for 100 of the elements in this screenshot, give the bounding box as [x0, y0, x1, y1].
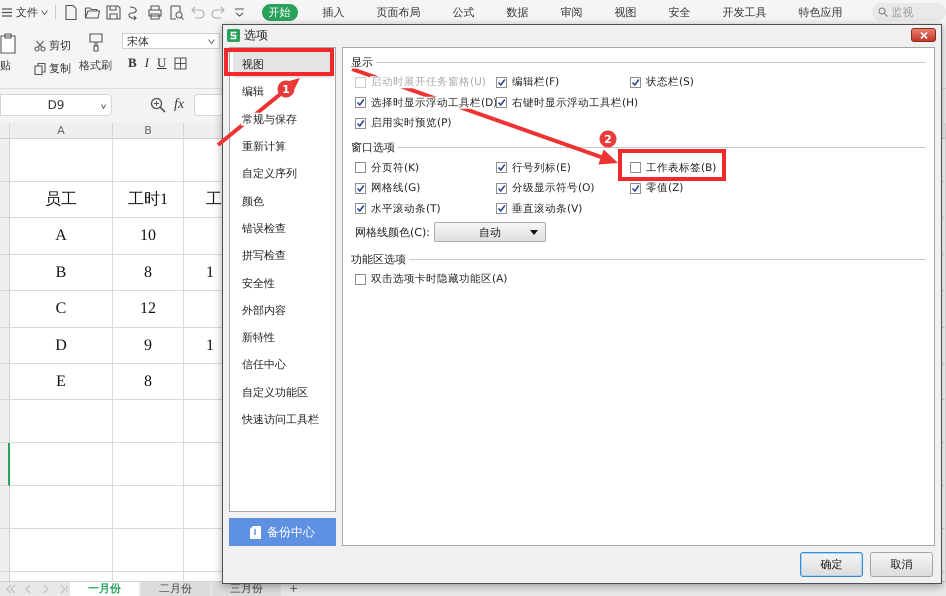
row-header[interactable]: [0, 443, 10, 486]
select-all-corner[interactable]: [0, 123, 10, 139]
checkbox[interactable]: 零值(Z): [630, 181, 684, 196]
checkbox[interactable]: 编辑栏(F): [496, 75, 560, 90]
checkmark-icon: [631, 78, 640, 87]
table-cell: 员工: [10, 182, 113, 218]
ribbon-tab[interactable]: 数据: [500, 4, 536, 20]
row-header[interactable]: [0, 529, 10, 572]
checkmark-icon: [356, 98, 365, 108]
table-cell: A: [10, 218, 113, 255]
nav-item[interactable]: 快速访问工具栏: [233, 406, 332, 434]
bold-button[interactable]: B: [128, 55, 137, 71]
caret-icon: [101, 104, 106, 109]
ribbon-tab[interactable]: 安全: [662, 4, 698, 20]
row-header[interactable]: [0, 400, 10, 443]
checkmark-icon: [631, 184, 640, 193]
caret-icon: [208, 38, 215, 44]
checkbox[interactable]: 垂直滚动条(V): [496, 202, 582, 216]
zoom-icon[interactable]: [150, 97, 166, 113]
table-cell: 9: [113, 328, 184, 364]
checkbox[interactable]: 工作表标签(B): [630, 160, 716, 175]
table-cell: 12: [113, 291, 184, 328]
ribbon-tab[interactable]: 页面布局: [370, 4, 428, 20]
checkbox[interactable]: 选择时显示浮动工具栏(D): [355, 96, 498, 110]
table-cell: C: [10, 291, 113, 328]
copy-button[interactable]: 复制: [34, 61, 71, 76]
ribbon-tab[interactable]: 公式: [446, 4, 482, 20]
ribbon-tab[interactable]: 审阅: [554, 4, 590, 20]
row-header[interactable]: [0, 328, 10, 364]
checkbox: 启动时展开任务窗格(U): [355, 75, 486, 90]
row-header[interactable]: [0, 218, 10, 255]
nav-item[interactable]: 常规与保存: [233, 106, 332, 133]
font-dropdown[interactable]: 宋体: [122, 33, 220, 49]
cut-button[interactable]: 剪切: [34, 38, 71, 53]
printer-icon[interactable]: [146, 4, 164, 20]
file-menu[interactable]: 文件: [16, 4, 48, 20]
column-header[interactable]: A: [10, 123, 113, 139]
row-header[interactable]: [0, 486, 10, 529]
checkbox[interactable]: 启用实时预览(P): [355, 116, 452, 130]
field-label: 网格线颜色(C):: [355, 224, 430, 240]
nav-item[interactable]: 重新计算: [233, 132, 332, 160]
step-badge: 2: [600, 130, 616, 148]
row-header[interactable]: [0, 182, 10, 218]
checkbox[interactable]: 右键时显示浮动工具栏(H): [496, 96, 638, 110]
checkmark-icon: [497, 184, 506, 193]
column-header[interactable]: B: [113, 123, 184, 139]
checkmark-icon: [497, 78, 506, 87]
checkmark-icon: [497, 98, 506, 108]
dialog-title: 选项: [244, 26, 268, 44]
underline-button[interactable]: U: [157, 55, 166, 71]
nav-item[interactable]: 新特性: [233, 324, 332, 352]
checkmark-icon: [356, 118, 365, 128]
checkmark-icon: [356, 184, 365, 193]
table-cell: 10: [113, 218, 184, 255]
scissors-icon: [34, 40, 46, 52]
close-button[interactable]: [911, 28, 936, 42]
cancel-button[interactable]: 取消: [870, 552, 933, 577]
sheet-tab[interactable]: 二月份: [141, 582, 210, 596]
last-sheet-icon[interactable]: [60, 584, 70, 594]
step-badge: 1: [278, 80, 294, 98]
table-cell: 8: [113, 255, 184, 291]
checkbox[interactable]: 状态栏(S): [630, 75, 694, 90]
ribbon-tab[interactable]: 视图: [608, 4, 644, 20]
table-cell: D: [10, 328, 113, 364]
checkbox[interactable]: 分级显示符号(O): [496, 181, 594, 196]
nav-item[interactable]: 外部内容: [233, 296, 332, 324]
nav-item[interactable]: 自定义功能区: [233, 378, 332, 406]
checkbox[interactable]: 行号列标(E): [496, 160, 571, 175]
save-icon[interactable]: [104, 4, 122, 20]
checkbox[interactable]: 网格线(G): [355, 181, 420, 196]
table-cell: 工时1: [113, 182, 184, 218]
nav-item[interactable]: 颜色: [233, 187, 332, 215]
row-header[interactable]: [0, 139, 10, 182]
paste-button[interactable]: 贴: [0, 32, 26, 73]
checkbox[interactable]: 水平滚动条(T): [355, 202, 441, 216]
name-box[interactable]: D9: [0, 94, 112, 116]
row-header[interactable]: [0, 364, 10, 400]
checkbox[interactable]: 双击选项卡时隐藏功能区(A): [355, 272, 508, 286]
border-icon[interactable]: [174, 56, 188, 70]
print-preview-icon[interactable]: [168, 4, 185, 20]
row-header[interactable]: [0, 291, 10, 328]
fx-label[interactable]: fx: [174, 97, 184, 113]
document-icon: [250, 526, 261, 538]
ribbon-tab[interactable]: 开发工具: [716, 4, 774, 20]
menu-icon[interactable]: [2, 8, 12, 16]
ribbon-tab[interactable]: 插入: [316, 4, 352, 20]
italic-button[interactable]: I: [144, 55, 150, 71]
first-sheet-icon[interactable]: [6, 584, 16, 594]
add-sheet-button[interactable]: +: [283, 582, 304, 596]
ribbon-tab[interactable]: 特色应用: [792, 4, 850, 20]
paintbrush-icon: [86, 32, 104, 52]
format-painter-button[interactable]: 格式刷: [79, 32, 112, 73]
gridline-color-dropdown[interactable]: 自动: [434, 222, 546, 242]
ok-button[interactable]: 确定: [800, 552, 863, 577]
nav-item[interactable]: 信任中心: [233, 351, 332, 379]
section-title: 窗口选项: [351, 140, 395, 155]
checkmark-icon: [497, 163, 506, 172]
row-header[interactable]: [0, 255, 10, 291]
checkbox[interactable]: 分页符(K): [355, 160, 420, 175]
section-title: 显示: [351, 54, 373, 70]
